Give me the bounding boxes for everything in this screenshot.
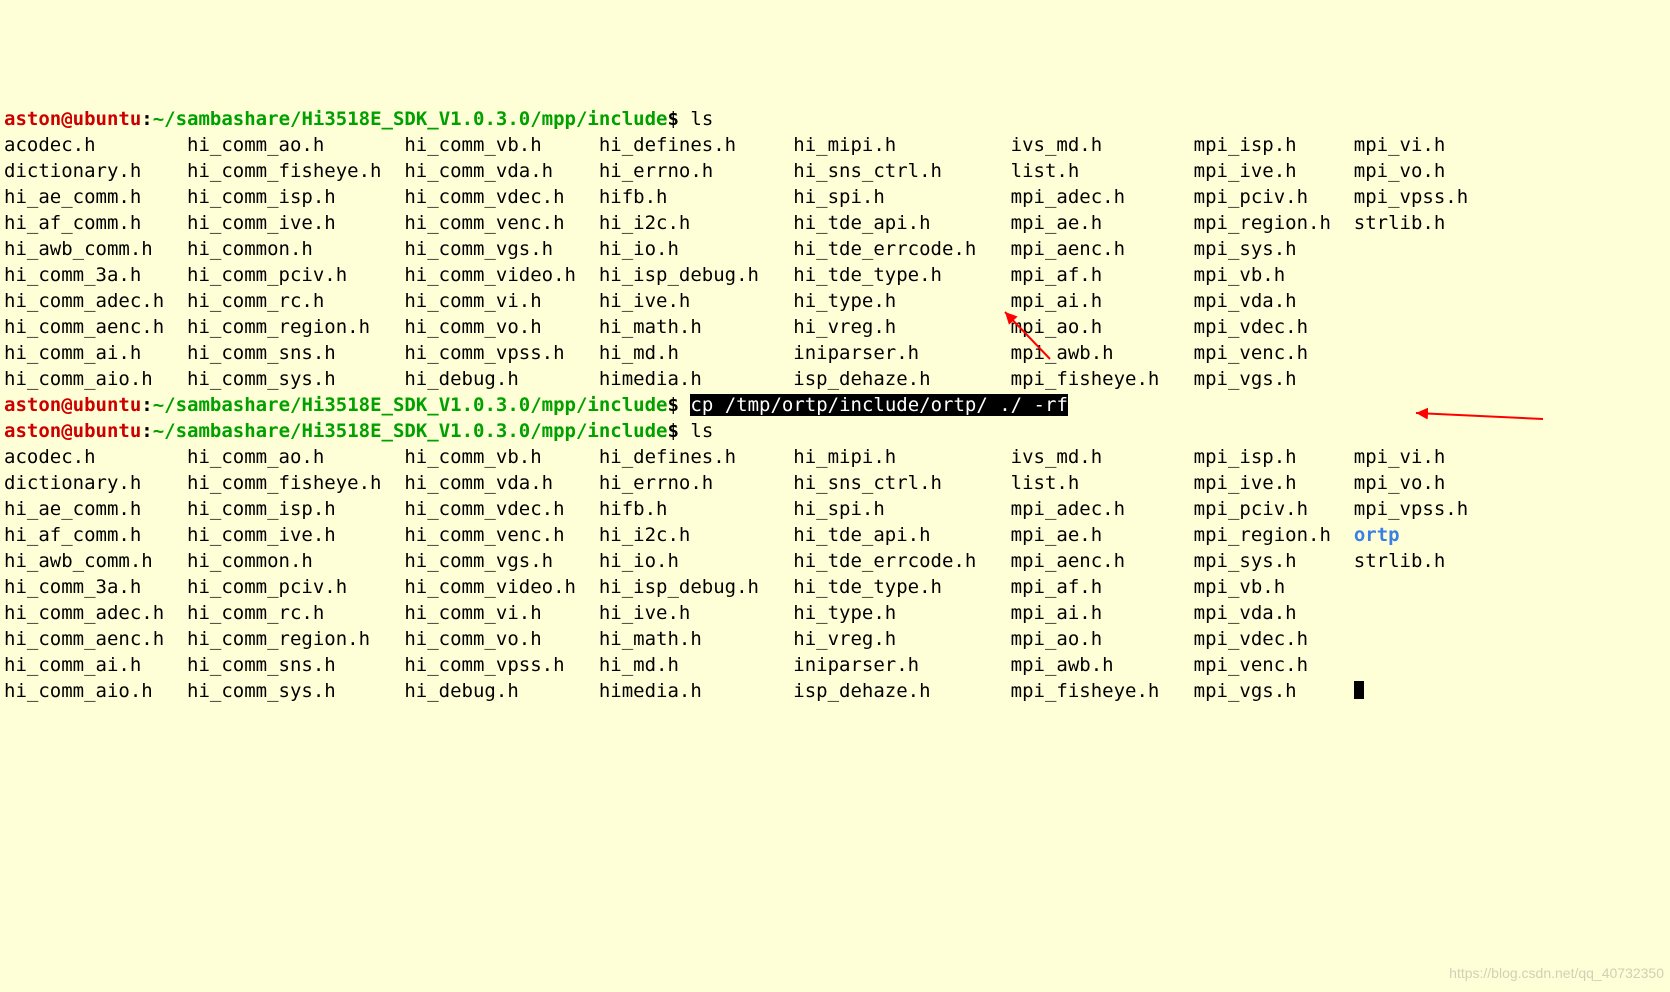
ls-output-line: hi_comm_ai.h hi_comm_sns.h hi_comm_vpss.… <box>4 340 1666 366</box>
terminal-cursor <box>1354 681 1364 699</box>
prompt-dollar: $ <box>668 394 691 416</box>
ls-output-line: acodec.h hi_comm_ao.h hi_comm_vb.h hi_de… <box>4 444 1666 470</box>
ls-output-line: hi_awb_comm.h hi_common.h hi_comm_vgs.h … <box>4 548 1666 574</box>
ls-output-line: hi_comm_aenc.h hi_comm_region.h hi_comm_… <box>4 314 1666 340</box>
ls-output-line: hi_comm_adec.h hi_comm_rc.h hi_comm_vi.h… <box>4 600 1666 626</box>
ls-output-line: dictionary.h hi_comm_fisheye.h hi_comm_v… <box>4 470 1666 496</box>
watermark-text: https://blog.csdn.net/qq_40732350 <box>1449 960 1664 986</box>
command-line[interactable]: aston@ubuntu:~/sambashare/Hi3518E_SDK_V1… <box>4 392 1666 418</box>
command-line[interactable]: aston@ubuntu:~/sambashare/Hi3518E_SDK_V1… <box>4 106 1666 132</box>
ls-output-line: hi_af_comm.h hi_comm_ive.h hi_comm_venc.… <box>4 210 1666 236</box>
prompt-host: @ubuntu <box>61 394 141 416</box>
command-ls: ls <box>690 108 713 130</box>
command-line[interactable]: aston@ubuntu:~/sambashare/Hi3518E_SDK_V1… <box>4 418 1666 444</box>
ls-output-line: hi_ae_comm.h hi_comm_isp.h hi_comm_vdec.… <box>4 496 1666 522</box>
ls-output-line: hi_comm_3a.h hi_comm_pciv.h hi_comm_vide… <box>4 262 1666 288</box>
prompt-host: @ubuntu <box>61 420 141 442</box>
ls-output-line: hi_ae_comm.h hi_comm_isp.h hi_comm_vdec.… <box>4 184 1666 210</box>
prompt-user: aston <box>4 420 61 442</box>
ls-output-line: hi_comm_adec.h hi_comm_rc.h hi_comm_vi.h… <box>4 288 1666 314</box>
ls-output-line: dictionary.h hi_comm_fisheye.h hi_comm_v… <box>4 158 1666 184</box>
prompt-colon: : <box>141 394 152 416</box>
prompt-host: @ubuntu <box>61 108 141 130</box>
prompt-path: ~/sambashare/Hi3518E_SDK_V1.0.3.0/mpp/in… <box>153 394 668 416</box>
ls-output-line: acodec.h hi_comm_ao.h hi_comm_vb.h hi_de… <box>4 132 1666 158</box>
ls-output-line: hi_af_comm.h hi_comm_ive.h hi_comm_venc.… <box>4 522 1666 548</box>
prompt-colon: : <box>141 108 152 130</box>
ls-output-line: hi_comm_ai.h hi_comm_sns.h hi_comm_vpss.… <box>4 652 1666 678</box>
prompt-user: aston <box>4 108 61 130</box>
prompt-user: aston <box>4 394 61 416</box>
terminal-output: aston@ubuntu:~/sambashare/Hi3518E_SDK_V1… <box>4 106 1666 704</box>
ls-output-line: hi_comm_3a.h hi_comm_pciv.h hi_comm_vide… <box>4 574 1666 600</box>
ls-output-line: hi_awb_comm.h hi_common.h hi_comm_vgs.h … <box>4 236 1666 262</box>
dir-entry: ortp <box>1354 524 1400 546</box>
command-cp-highlighted: cp /tmp/ortp/include/ortp/ ./ -rf <box>690 394 1068 416</box>
ls-output-line: hi_comm_aio.h hi_comm_sys.h hi_debug.h h… <box>4 678 1666 704</box>
prompt-dollar: $ <box>668 420 691 442</box>
ls-output-line: hi_comm_aenc.h hi_comm_region.h hi_comm_… <box>4 626 1666 652</box>
prompt-path: ~/sambashare/Hi3518E_SDK_V1.0.3.0/mpp/in… <box>153 108 668 130</box>
prompt-dollar: $ <box>668 108 691 130</box>
ls-output-line: hi_comm_aio.h hi_comm_sys.h hi_debug.h h… <box>4 366 1666 392</box>
prompt-colon: : <box>141 420 152 442</box>
command-ls: ls <box>690 420 713 442</box>
prompt-path: ~/sambashare/Hi3518E_SDK_V1.0.3.0/mpp/in… <box>153 420 668 442</box>
